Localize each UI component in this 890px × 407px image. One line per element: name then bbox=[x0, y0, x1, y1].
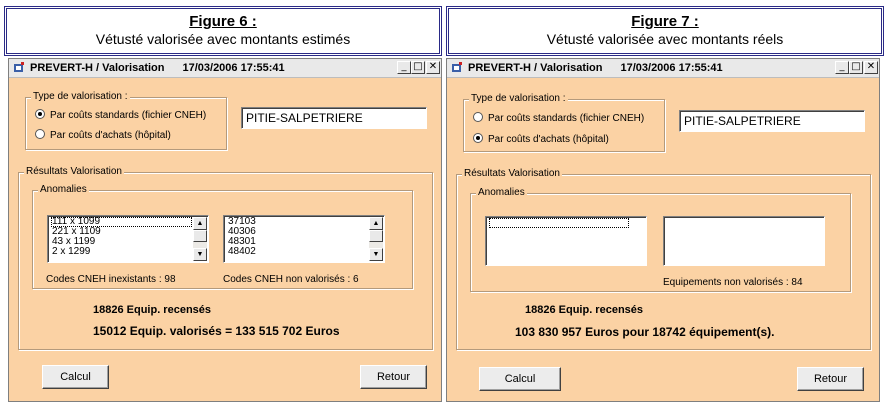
figure-7-subtitle: Vétusté valorisée avec montants réels bbox=[546, 31, 784, 47]
scrollbar-thumb[interactable] bbox=[193, 230, 207, 242]
type-valorisation-group: Type de valorisation : Par coûts standar… bbox=[25, 91, 227, 150]
scroll-down-arrow-icon[interactable]: ▼ bbox=[193, 248, 207, 261]
equip-recenses-text: 18826 Equip. recensés bbox=[93, 304, 212, 316]
type-valorisation-legend: Type de valorisation : bbox=[31, 91, 130, 102]
anomalies-legend: Anomalies bbox=[476, 187, 527, 198]
list-item-empty[interactable] bbox=[489, 218, 629, 228]
valorisation-summary: 103 830 957 Euros pour 18742 équipement(… bbox=[515, 325, 775, 339]
window-title-text: PREVERT-H / Valorisation bbox=[30, 62, 165, 74]
codes-cneh-non-valorises-list[interactable]: 37103 40306 48301 48402 ▲ ▼ bbox=[223, 215, 385, 263]
window-titlebar[interactable]: PREVERT-H / Valorisation 17/03/2006 17:55… bbox=[9, 59, 441, 78]
window-title-text: PREVERT-H / Valorisation bbox=[468, 62, 603, 74]
valorisation-window-fig6: PREVERT-H / Valorisation 17/03/2006 17:55… bbox=[8, 58, 442, 402]
radio-couts-achats[interactable]: Par coûts d'achats (hôpital) bbox=[35, 129, 171, 141]
close-button[interactable]: ✕ bbox=[864, 61, 878, 74]
vertical-scrollbar[interactable]: ▲ ▼ bbox=[369, 217, 383, 261]
type-valorisation-group: Type de valorisation : Par coûts standar… bbox=[463, 93, 665, 152]
retour-button[interactable]: Retour bbox=[360, 365, 427, 389]
maximize-button[interactable]: □ bbox=[849, 61, 863, 74]
window-title: PREVERT-H / Valorisation 17/03/2006 17:55… bbox=[468, 62, 723, 74]
retour-button[interactable]: Retour bbox=[797, 367, 864, 391]
app-icon bbox=[14, 62, 24, 72]
equip-recenses-text: 18826 Equip. recensés bbox=[525, 304, 644, 316]
scroll-up-arrow-icon[interactable]: ▲ bbox=[193, 217, 207, 230]
radio-couts-standards[interactable]: Par coûts standards (fichier CNEH) bbox=[473, 112, 644, 124]
figure-7-title: Figure 7 : bbox=[631, 13, 699, 30]
maximize-button[interactable]: □ bbox=[411, 61, 425, 74]
window-titlebar[interactable]: PREVERT-H / Valorisation 17/03/2006 17:55… bbox=[447, 59, 879, 78]
radio-standard-indicator[interactable] bbox=[35, 109, 45, 119]
window-datetime: 17/03/2006 17:55:41 bbox=[182, 62, 285, 74]
scroll-up-arrow-icon[interactable]: ▲ bbox=[369, 217, 383, 230]
calcul-button[interactable]: Calcul bbox=[479, 367, 561, 391]
calcul-button[interactable]: Calcul bbox=[42, 365, 109, 389]
valorisation-window-fig7: PREVERT-H / Valorisation 17/03/2006 17:55… bbox=[446, 58, 880, 402]
codes-cneh-inexistants-list[interactable]: 111 x 1099 221 x 1109 43 x 1199 2 x 1299… bbox=[47, 215, 209, 263]
radio-achats-label: Par coûts d'achats (hôpital) bbox=[488, 134, 609, 145]
radio-standard-label: Par coûts standards (fichier CNEH) bbox=[50, 110, 207, 121]
anomalies-legend: Anomalies bbox=[38, 184, 89, 195]
scrollbar-thumb[interactable] bbox=[369, 230, 383, 242]
resultats-legend: Résultats Valorisation bbox=[24, 166, 124, 177]
hospital-name-field[interactable]: PITIE-SALPETRIERE bbox=[679, 110, 865, 132]
radio-couts-standards[interactable]: Par coûts standards (fichier CNEH) bbox=[35, 109, 206, 121]
list-item[interactable]: 48402 bbox=[227, 247, 368, 257]
figure-6-caption: Figure 6 : Vétusté valorisée avec montan… bbox=[4, 6, 442, 56]
window-datetime: 17/03/2006 17:55:41 bbox=[620, 62, 723, 74]
equipements-non-valorises-list[interactable] bbox=[663, 216, 825, 266]
resultats-legend: Résultats Valorisation bbox=[462, 168, 562, 179]
resultats-valorisation-group: Résultats Valorisation Anomalies 111 x 1… bbox=[18, 166, 433, 350]
figure-7-caption: Figure 7 : Vétusté valorisée avec montan… bbox=[446, 6, 884, 56]
scroll-down-arrow-icon[interactable]: ▼ bbox=[369, 248, 383, 261]
minimize-button[interactable]: _ bbox=[397, 61, 411, 74]
close-button[interactable]: ✕ bbox=[426, 61, 440, 74]
app-icon bbox=[452, 62, 462, 72]
radio-achats-label: Par coûts d'achats (hôpital) bbox=[50, 130, 171, 141]
anomalies-group: Anomalies Equipements non valorisés : 84 bbox=[470, 187, 851, 292]
hospital-name-field[interactable]: PITIE-SALPETRIERE bbox=[241, 107, 427, 129]
valorisation-summary: 15012 Equip. valorisés = 133 515 702 Eur… bbox=[93, 324, 340, 338]
figure-6-subtitle: Vétusté valorisée avec montants estimés bbox=[95, 31, 351, 47]
resultats-valorisation-group: Résultats Valorisation Anomalies Equipem… bbox=[456, 168, 871, 350]
type-valorisation-legend: Type de valorisation : bbox=[469, 93, 568, 104]
radio-couts-achats[interactable]: Par coûts d'achats (hôpital) bbox=[473, 133, 609, 145]
anomalies-group: Anomalies 111 x 1099 221 x 1109 43 x 119… bbox=[32, 184, 413, 289]
minimize-button[interactable]: _ bbox=[835, 61, 849, 74]
radio-achats-indicator[interactable] bbox=[473, 133, 483, 143]
codes-non-valorises-count: Codes CNEH non valorisés : 6 bbox=[223, 274, 359, 285]
figure-6-title: Figure 6 : bbox=[189, 13, 257, 30]
vertical-scrollbar[interactable]: ▲ ▼ bbox=[193, 217, 207, 261]
radio-achats-indicator[interactable] bbox=[35, 129, 45, 139]
list-item[interactable]: 2 x 1299 bbox=[51, 247, 192, 257]
equipements-non-valorises-count: Equipements non valorisés : 84 bbox=[663, 277, 803, 288]
anomalies-left-list[interactable] bbox=[485, 216, 647, 266]
radio-standard-indicator[interactable] bbox=[473, 112, 483, 122]
window-title: PREVERT-H / Valorisation 17/03/2006 17:55… bbox=[30, 62, 285, 74]
radio-standard-label: Par coûts standards (fichier CNEH) bbox=[488, 113, 645, 124]
codes-inexistants-count: Codes CNEH inexistants : 98 bbox=[46, 274, 176, 285]
